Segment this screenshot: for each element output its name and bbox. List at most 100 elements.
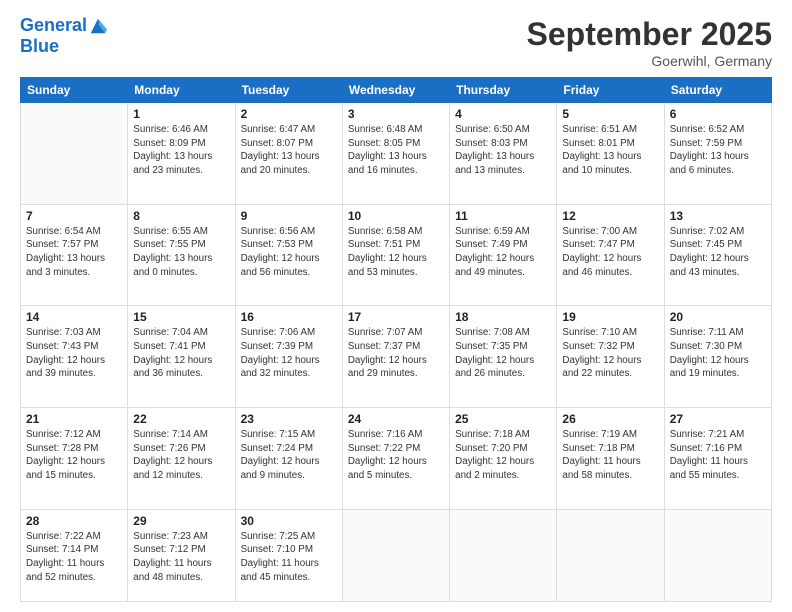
calendar-cell: 30 Sunrise: 7:25 AMSunset: 7:10 PMDayligh…: [235, 509, 342, 601]
calendar-table: SundayMondayTuesdayWednesdayThursdayFrid…: [20, 77, 772, 602]
calendar-cell: 29 Sunrise: 7:23 AMSunset: 7:12 PMDayligh…: [128, 509, 235, 601]
day-number: 10: [348, 209, 444, 223]
calendar-cell: 23 Sunrise: 7:15 AMSunset: 7:24 PMDayligh…: [235, 408, 342, 510]
calendar-cell: 9Sunrise: 6:56 AMSunset: 7:53 PMDaylight…: [235, 204, 342, 306]
day-number: 19: [562, 310, 658, 324]
day-number: 7: [26, 209, 122, 223]
calendar-cell: 16 Sunrise: 7:06 AMSunset: 7:39 PMDayligh…: [235, 306, 342, 408]
day-number: 14: [26, 310, 122, 324]
day-info: Sunrise: 7:02 AMSunset: 7:45 PMDaylight:…: [670, 225, 766, 280]
day-info: Sunrise: 7:19 AMSunset: 7:18 PMDaylight:…: [562, 428, 658, 483]
day-info: Sunrise: 7:00 AMSunset: 7:47 PMDaylight:…: [562, 225, 658, 280]
calendar-cell: 5Sunrise: 6:51 AMSunset: 8:01 PMDaylight…: [557, 103, 664, 205]
location: Goerwihl, Germany: [527, 53, 772, 69]
calendar-week-3: 14 Sunrise: 7:03 AMSunset: 7:43 PMDayligh…: [21, 306, 772, 408]
day-number: 26: [562, 412, 658, 426]
calendar-cell: [21, 103, 128, 205]
day-info: Sunrise: 6:51 AMSunset: 8:01 PMDaylight:…: [562, 123, 658, 178]
calendar-week-1: 1Sunrise: 6:46 AMSunset: 8:09 PMDaylight…: [21, 103, 772, 205]
day-info: Sunrise: 7:23 AMSunset: 7:12 PMDaylight:…: [133, 530, 229, 585]
day-number: 16: [241, 310, 337, 324]
day-number: 18: [455, 310, 551, 324]
day-info: Sunrise: 7:12 AMSunset: 7:28 PMDaylight:…: [26, 428, 122, 483]
calendar-week-4: 21 Sunrise: 7:12 AMSunset: 7:28 PMDayligh…: [21, 408, 772, 510]
calendar-cell: [450, 509, 557, 601]
day-info: Sunrise: 7:03 AMSunset: 7:43 PMDaylight:…: [26, 326, 122, 381]
weekday-header-saturday: Saturday: [664, 78, 771, 103]
day-info: Sunrise: 7:25 AMSunset: 7:10 PMDaylight:…: [241, 530, 337, 585]
calendar-cell: 25 Sunrise: 7:18 AMSunset: 7:20 PMDayligh…: [450, 408, 557, 510]
calendar-cell: 24 Sunrise: 7:16 AMSunset: 7:22 PMDayligh…: [342, 408, 449, 510]
calendar-cell: [342, 509, 449, 601]
logo-blue: Blue: [20, 36, 59, 57]
day-number: 22: [133, 412, 229, 426]
day-info: Sunrise: 7:04 AMSunset: 7:41 PMDaylight:…: [133, 326, 229, 381]
calendar-cell: 3Sunrise: 6:48 AMSunset: 8:05 PMDaylight…: [342, 103, 449, 205]
day-number: 3: [348, 107, 444, 121]
calendar-cell: 14 Sunrise: 7:03 AMSunset: 7:43 PMDayligh…: [21, 306, 128, 408]
calendar-cell: 19 Sunrise: 7:10 AMSunset: 7:32 PMDayligh…: [557, 306, 664, 408]
calendar-cell: [557, 509, 664, 601]
title-block: September 2025 Goerwihl, Germany: [527, 16, 772, 69]
day-info: Sunrise: 7:10 AMSunset: 7:32 PMDaylight:…: [562, 326, 658, 381]
day-info: Sunrise: 7:11 AMSunset: 7:30 PMDaylight:…: [670, 326, 766, 381]
calendar-week-5: 28 Sunrise: 7:22 AMSunset: 7:14 PMDayligh…: [21, 509, 772, 601]
day-info: Sunrise: 7:08 AMSunset: 7:35 PMDaylight:…: [455, 326, 551, 381]
day-number: 1: [133, 107, 229, 121]
logo-icon: [89, 17, 107, 35]
day-number: 17: [348, 310, 444, 324]
calendar-cell: 17 Sunrise: 7:07 AMSunset: 7:37 PMDayligh…: [342, 306, 449, 408]
day-info: Sunrise: 6:59 AMSunset: 7:49 PMDaylight:…: [455, 225, 551, 280]
day-info: Sunrise: 7:18 AMSunset: 7:20 PMDaylight:…: [455, 428, 551, 483]
day-number: 23: [241, 412, 337, 426]
calendar-cell: 28 Sunrise: 7:22 AMSunset: 7:14 PMDayligh…: [21, 509, 128, 601]
weekday-header-monday: Monday: [128, 78, 235, 103]
weekday-header-sunday: Sunday: [21, 78, 128, 103]
calendar-cell: 13 Sunrise: 7:02 AMSunset: 7:45 PMDayligh…: [664, 204, 771, 306]
day-number: 27: [670, 412, 766, 426]
calendar-cell: 27 Sunrise: 7:21 AMSunset: 7:16 PMDayligh…: [664, 408, 771, 510]
weekday-header-thursday: Thursday: [450, 78, 557, 103]
day-number: 6: [670, 107, 766, 121]
day-number: 11: [455, 209, 551, 223]
day-info: Sunrise: 7:22 AMSunset: 7:14 PMDaylight:…: [26, 530, 122, 585]
day-info: Sunrise: 7:14 AMSunset: 7:26 PMDaylight:…: [133, 428, 229, 483]
day-number: 15: [133, 310, 229, 324]
calendar-week-2: 7 Sunrise: 6:54 AMSunset: 7:57 PMDaylight…: [21, 204, 772, 306]
weekday-header-row: SundayMondayTuesdayWednesdayThursdayFrid…: [21, 78, 772, 103]
calendar-cell: 8Sunrise: 6:55 AMSunset: 7:55 PMDaylight…: [128, 204, 235, 306]
calendar-cell: 15 Sunrise: 7:04 AMSunset: 7:41 PMDayligh…: [128, 306, 235, 408]
day-info: Sunrise: 7:15 AMSunset: 7:24 PMDaylight:…: [241, 428, 337, 483]
calendar-cell: 10 Sunrise: 6:58 AMSunset: 7:51 PMDayligh…: [342, 204, 449, 306]
day-number: 28: [26, 514, 122, 528]
weekday-header-wednesday: Wednesday: [342, 78, 449, 103]
day-info: Sunrise: 6:52 AMSunset: 7:59 PMDaylight:…: [670, 123, 766, 178]
header: General Blue September 2025 Goerwihl, Ge…: [20, 16, 772, 69]
day-info: Sunrise: 7:21 AMSunset: 7:16 PMDaylight:…: [670, 428, 766, 483]
weekday-header-friday: Friday: [557, 78, 664, 103]
day-number: 30: [241, 514, 337, 528]
day-info: Sunrise: 6:55 AMSunset: 7:55 PMDaylight:…: [133, 225, 229, 280]
calendar-cell: 7 Sunrise: 6:54 AMSunset: 7:57 PMDaylight…: [21, 204, 128, 306]
day-number: 29: [133, 514, 229, 528]
calendar-cell: 12Sunrise: 7:00 AMSunset: 7:47 PMDayligh…: [557, 204, 664, 306]
calendar-cell: 4 Sunrise: 6:50 AMSunset: 8:03 PMDaylight…: [450, 103, 557, 205]
day-number: 21: [26, 412, 122, 426]
weekday-header-tuesday: Tuesday: [235, 78, 342, 103]
day-info: Sunrise: 6:50 AMSunset: 8:03 PMDaylight:…: [455, 123, 551, 178]
page: General Blue September 2025 Goerwihl, Ge…: [0, 0, 792, 612]
day-info: Sunrise: 7:06 AMSunset: 7:39 PMDaylight:…: [241, 326, 337, 381]
day-number: 25: [455, 412, 551, 426]
day-number: 4: [455, 107, 551, 121]
day-info: Sunrise: 7:07 AMSunset: 7:37 PMDaylight:…: [348, 326, 444, 381]
calendar-cell: 6 Sunrise: 6:52 AMSunset: 7:59 PMDaylight…: [664, 103, 771, 205]
calendar-cell: 22 Sunrise: 7:14 AMSunset: 7:26 PMDayligh…: [128, 408, 235, 510]
day-number: 24: [348, 412, 444, 426]
day-info: Sunrise: 6:58 AMSunset: 7:51 PMDaylight:…: [348, 225, 444, 280]
day-info: Sunrise: 6:54 AMSunset: 7:57 PMDaylight:…: [26, 225, 122, 280]
day-number: 13: [670, 209, 766, 223]
day-number: 2: [241, 107, 337, 121]
logo: General Blue: [20, 16, 107, 57]
calendar-cell: 20Sunrise: 7:11 AMSunset: 7:30 PMDayligh…: [664, 306, 771, 408]
day-info: Sunrise: 7:16 AMSunset: 7:22 PMDaylight:…: [348, 428, 444, 483]
